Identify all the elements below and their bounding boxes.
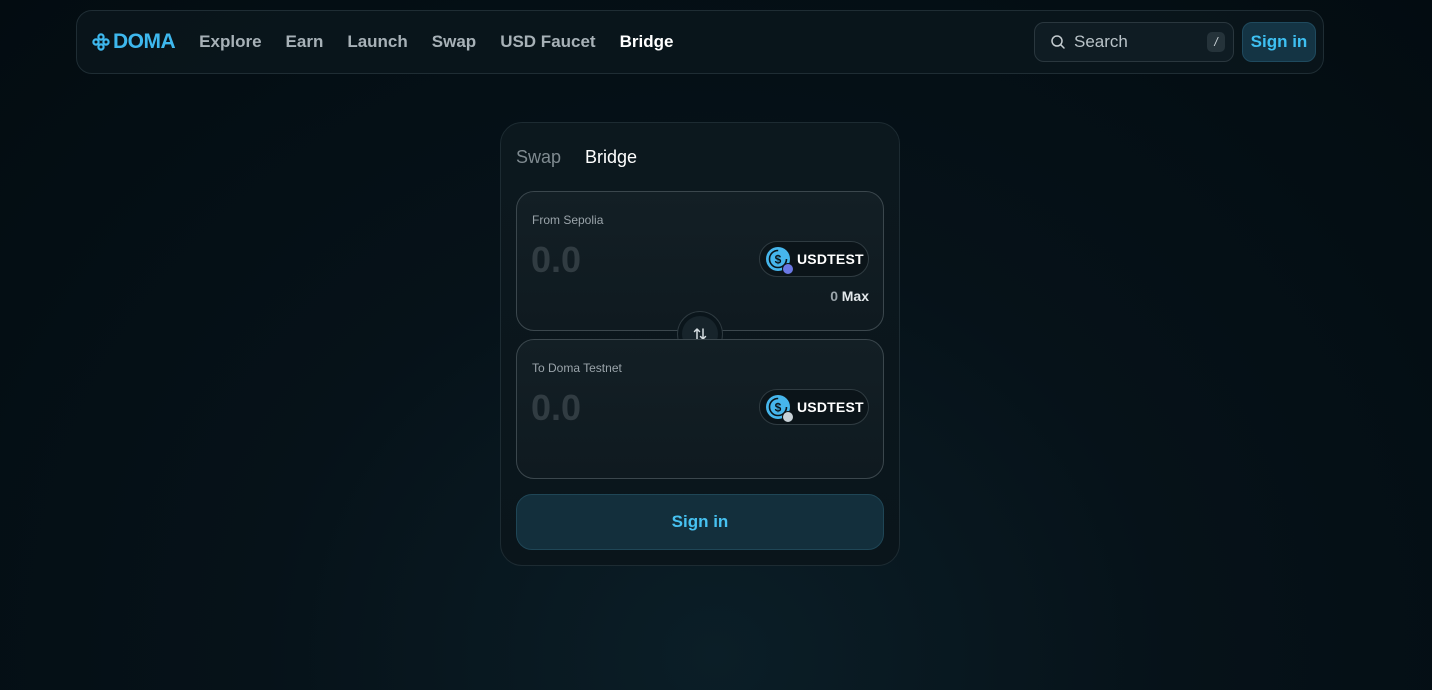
doma-logo[interactable]: DOMA (92, 30, 176, 54)
search-input[interactable]: Search / (1034, 22, 1234, 62)
usdtest-token-icon: $ (765, 246, 794, 275)
from-balance: 0 (830, 288, 838, 304)
from-token-select[interactable]: $ USDTEST (759, 241, 869, 277)
from-panel: From Sepolia $ USDTEST 0 Max (516, 191, 884, 331)
nav-link-usd-faucet[interactable]: USD Faucet (500, 32, 595, 52)
nav-signin-button[interactable]: Sign in (1242, 22, 1316, 62)
from-token-name: USDTEST (797, 251, 864, 267)
nav-link-explore[interactable]: Explore (199, 32, 261, 52)
max-button[interactable]: Max (842, 288, 869, 304)
bridge-tabs: Swap Bridge (516, 147, 637, 168)
tab-swap[interactable]: Swap (516, 147, 561, 168)
to-panel: To Doma Testnet $ USDTEST (516, 339, 884, 479)
nav-links: Explore Earn Launch Swap USD Faucet Brid… (199, 32, 673, 52)
nav-link-swap[interactable]: Swap (432, 32, 476, 52)
from-amount-input[interactable] (531, 239, 731, 281)
search-placeholder: Search (1074, 32, 1128, 51)
to-token-name: USDTEST (797, 399, 864, 415)
signin-button[interactable]: Sign in (516, 494, 884, 550)
nav-link-bridge[interactable]: Bridge (620, 32, 674, 52)
from-label: From Sepolia (532, 213, 604, 227)
svg-text:$: $ (775, 401, 782, 415)
to-amount-input[interactable] (531, 387, 731, 429)
brand-name: DOMA (113, 30, 176, 53)
to-label: To Doma Testnet (532, 361, 622, 375)
doma-chain-icon (782, 411, 794, 423)
usdtest-token-icon: $ (765, 394, 794, 423)
nav-link-launch[interactable]: Launch (347, 32, 407, 52)
to-token-select[interactable]: $ USDTEST (759, 389, 869, 425)
top-navbar: DOMA Explore Earn Launch Swap USD Faucet… (76, 10, 1324, 74)
ethereum-chain-icon (782, 263, 794, 275)
doma-logo-icon (92, 33, 110, 51)
svg-text:$: $ (775, 253, 782, 267)
search-icon (1051, 35, 1065, 49)
bridge-card: Swap Bridge From Sepolia $ USDTEST 0 Max (500, 122, 900, 566)
nav-link-earn[interactable]: Earn (286, 32, 324, 52)
tab-bridge[interactable]: Bridge (585, 147, 637, 168)
search-shortcut-key: / (1207, 32, 1225, 52)
